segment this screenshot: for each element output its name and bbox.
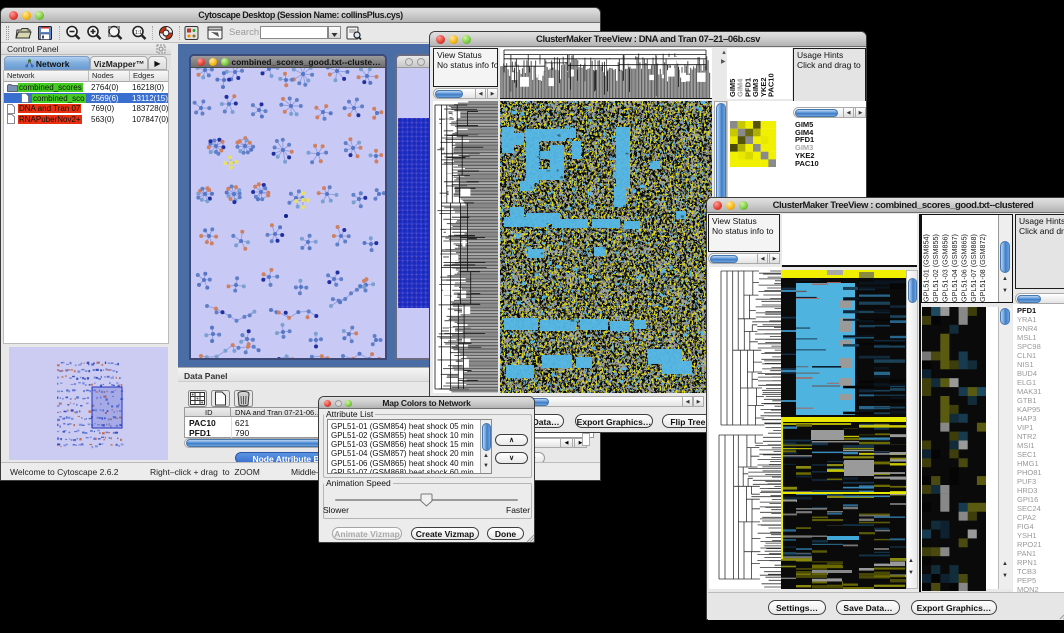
svg-text:GPL51-06 (GSM865): GPL51-06 (GSM865): [959, 234, 968, 302]
svg-text:PAC10: PAC10: [767, 73, 776, 97]
svg-text:GPL51-08 (GSM872): GPL51-08 (GSM872): [978, 234, 987, 302]
svg-text:GPL51-03 (GSM856): GPL51-03 (GSM856): [940, 234, 949, 302]
svg-text:GPL51-04 (GSM857): GPL51-04 (GSM857): [950, 234, 959, 302]
svg-text:GPL51-01 (GSM854): GPL51-01 (GSM854): [922, 234, 931, 302]
svg-text:GPL51-02 (GSM855): GPL51-02 (GSM855): [931, 234, 940, 302]
svg-text:GPL51-07 (GSM868): GPL51-07 (GSM868): [969, 234, 978, 302]
svg-text:1:1: 1:1: [135, 30, 142, 36]
